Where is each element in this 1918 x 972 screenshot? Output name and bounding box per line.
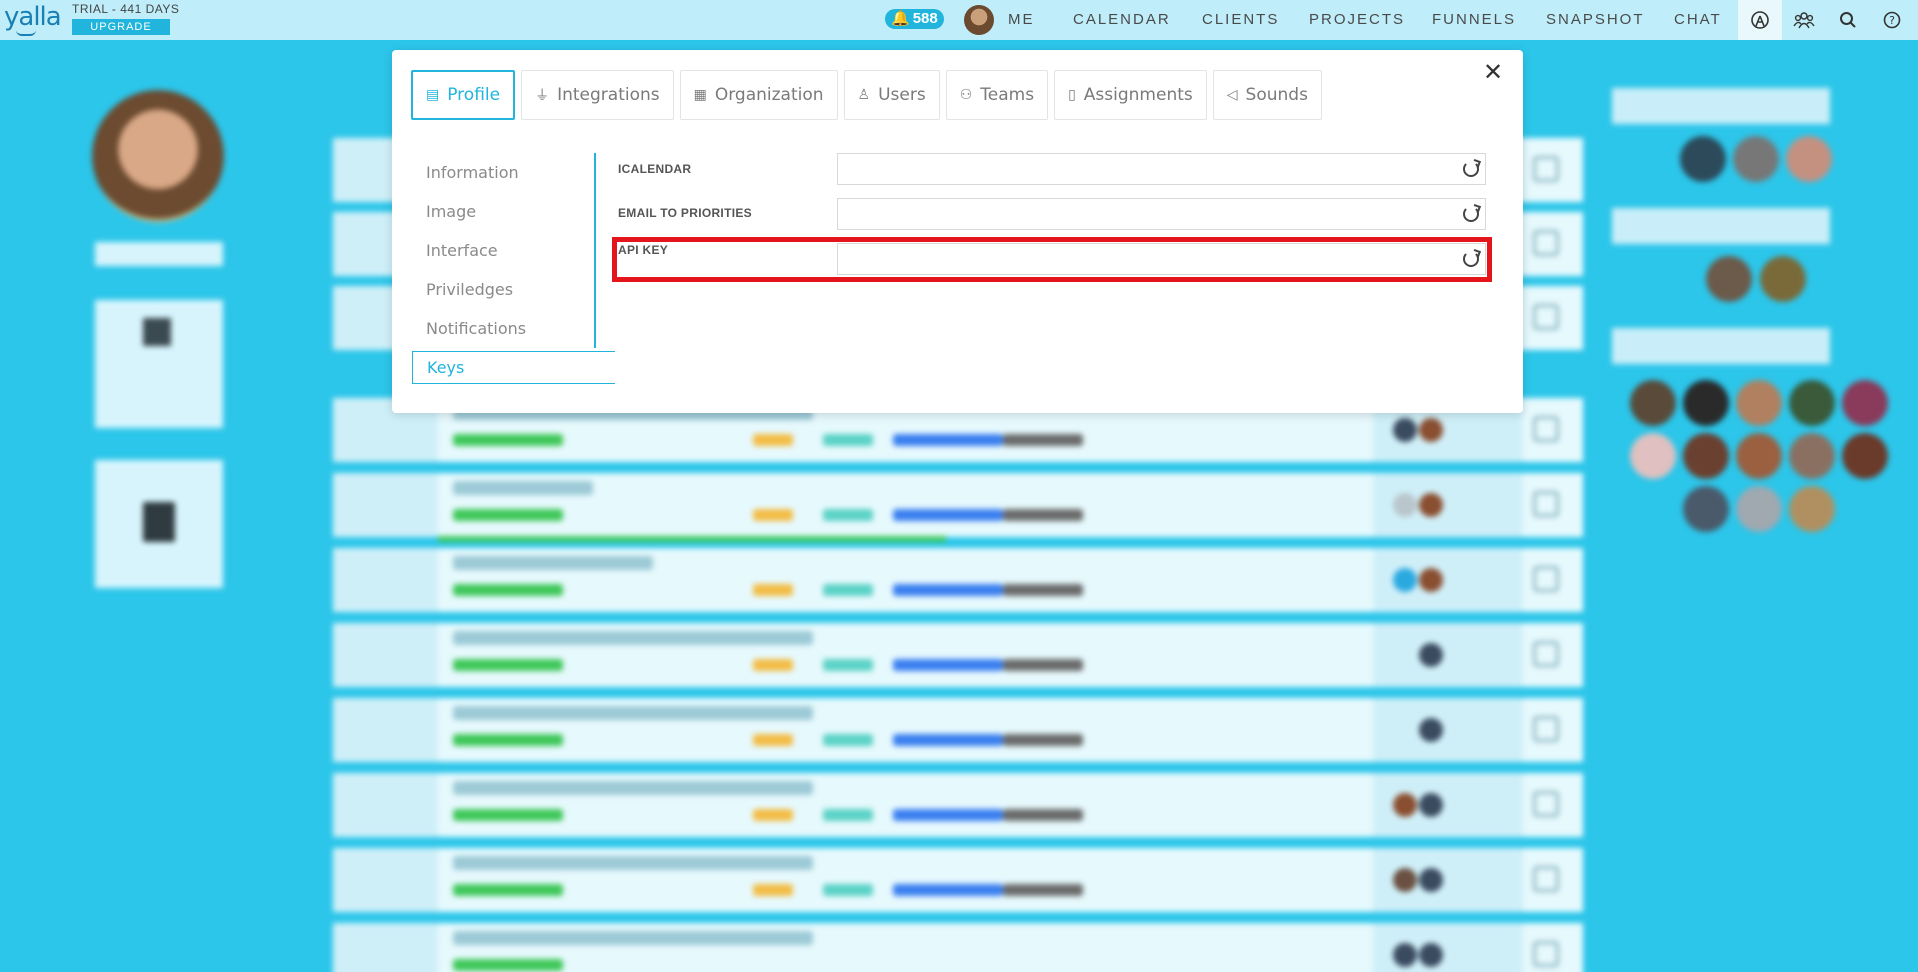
trial-status: TRIAL - 441 DAYS [72, 2, 180, 16]
tab-users[interactable]: ♙ Users [843, 70, 940, 120]
flag-icon [143, 318, 171, 346]
teams-icon: ⚇ [959, 87, 973, 103]
list-item [333, 473, 1583, 537]
list-item [333, 698, 1583, 762]
member-avatar [1789, 433, 1835, 479]
submenu-image[interactable]: Image [412, 192, 615, 231]
nav-projects[interactable]: PROJECTS [1309, 11, 1405, 28]
member-avatar [1842, 380, 1888, 426]
member-avatar [1680, 136, 1726, 182]
list-item [333, 623, 1583, 687]
tab-sounds[interactable]: ◁ Sounds [1212, 70, 1322, 120]
trash-card [95, 460, 223, 588]
tab-assignments[interactable]: ▯ Assignments [1054, 70, 1207, 120]
settings-modal: ✕ ▤ Profile ⏚ Integrations ▦ Organizatio… [392, 50, 1523, 413]
search-icon[interactable] [1826, 0, 1870, 40]
nav-chat[interactable]: CHAT [1674, 11, 1722, 28]
tab-label: Assignments [1083, 85, 1193, 105]
list-item [333, 848, 1583, 912]
list-item [333, 773, 1583, 837]
profile-card-icon: ▤ [426, 87, 440, 103]
member-avatar [1736, 433, 1782, 479]
nav-calendar[interactable]: CALENDAR [1073, 11, 1171, 28]
member-avatar [1706, 256, 1752, 302]
submenu-interface[interactable]: Interface [412, 231, 615, 270]
tab-integrations[interactable]: ⏚ Integrations [521, 70, 674, 120]
progress-bar [438, 536, 946, 542]
member-avatar [1789, 380, 1835, 426]
user-icon: ♙ [857, 87, 871, 103]
submenu-notifications[interactable]: Notifications [412, 309, 615, 348]
submenu-priviledges[interactable]: Priviledges [412, 270, 615, 309]
notifications-badge[interactable]: 🔔 588 [885, 9, 944, 29]
logo-smile [16, 30, 36, 36]
broadcast-icon[interactable] [1738, 0, 1782, 40]
nav-funnels[interactable]: FUNNELS [1432, 11, 1516, 28]
notification-count: 588 [912, 10, 938, 27]
api-key-highlight [612, 237, 1492, 282]
tab-label: Integrations [557, 85, 660, 105]
tab-organization[interactable]: ▦ Organization [679, 70, 838, 120]
tab-label: Users [878, 85, 926, 105]
settings-tabs: ▤ Profile ⏚ Integrations ▦ Organization … [411, 70, 1322, 120]
email-to-priorities-label: EMAIL TO PRIORITIES [618, 206, 752, 220]
help-icon[interactable]: ? [1870, 0, 1914, 40]
side-group-header [1612, 328, 1830, 364]
upgrade-button[interactable]: UPGRADE [72, 19, 170, 35]
member-avatar [1786, 136, 1832, 182]
member-avatar [1842, 433, 1888, 479]
list-item [333, 548, 1583, 612]
member-avatar [1683, 380, 1729, 426]
submenu-keys[interactable]: Keys [412, 351, 615, 384]
tab-label: Teams [980, 85, 1035, 105]
refresh-icon[interactable] [1463, 206, 1479, 222]
member-avatar [1630, 380, 1676, 426]
svg-text:?: ? [1889, 14, 1895, 27]
member-avatar [1736, 486, 1782, 532]
trash-icon [143, 502, 175, 542]
tab-label: Sounds [1245, 85, 1308, 105]
speaker-icon: ◁ [1226, 87, 1238, 103]
new-project-card [95, 300, 223, 428]
building-icon: ▦ [693, 87, 707, 103]
submenu-information[interactable]: Information [412, 153, 615, 192]
member-avatar [1760, 256, 1806, 302]
profile-avatar [92, 90, 224, 222]
plug-icon: ⏚ [535, 88, 550, 104]
nav-clients[interactable]: CLIENTS [1202, 11, 1279, 28]
side-group-header [1612, 208, 1830, 244]
top-bar: yalla TRIAL - 441 DAYS UPGRADE 🔔 588 ME … [0, 0, 1918, 40]
icalendar-label: ICALENDAR [618, 162, 692, 176]
submenu-divider [594, 153, 596, 348]
side-group-header [1612, 88, 1830, 124]
tab-profile[interactable]: ▤ Profile [411, 70, 516, 120]
member-avatar [1683, 433, 1729, 479]
app-logo[interactable]: yalla [4, 2, 62, 32]
member-avatar [1736, 380, 1782, 426]
user-avatar[interactable] [964, 5, 994, 35]
refresh-icon[interactable] [1463, 161, 1479, 177]
icalendar-field[interactable] [837, 153, 1486, 185]
tab-label: Organization [714, 85, 824, 105]
member-avatar [1733, 136, 1779, 182]
close-icon[interactable]: ✕ [1481, 61, 1505, 86]
member-avatar [1789, 486, 1835, 532]
team-icon[interactable] [1782, 0, 1826, 40]
nav-me[interactable]: ME [1008, 11, 1035, 28]
profile-submenu: Information Image Interface Priviledges … [412, 153, 615, 384]
notebook-icon: ▯ [1068, 87, 1076, 103]
avatar-toolbar [95, 242, 223, 266]
tab-label: Profile [447, 85, 501, 105]
member-avatar [1630, 433, 1676, 479]
nav-snapshot[interactable]: SNAPSHOT [1546, 11, 1645, 28]
tab-teams[interactable]: ⚇ Teams [945, 70, 1049, 120]
member-avatar [1683, 486, 1729, 532]
bell-icon: 🔔 [891, 10, 910, 27]
email-to-priorities-field[interactable] [837, 198, 1486, 230]
list-item [333, 923, 1583, 972]
